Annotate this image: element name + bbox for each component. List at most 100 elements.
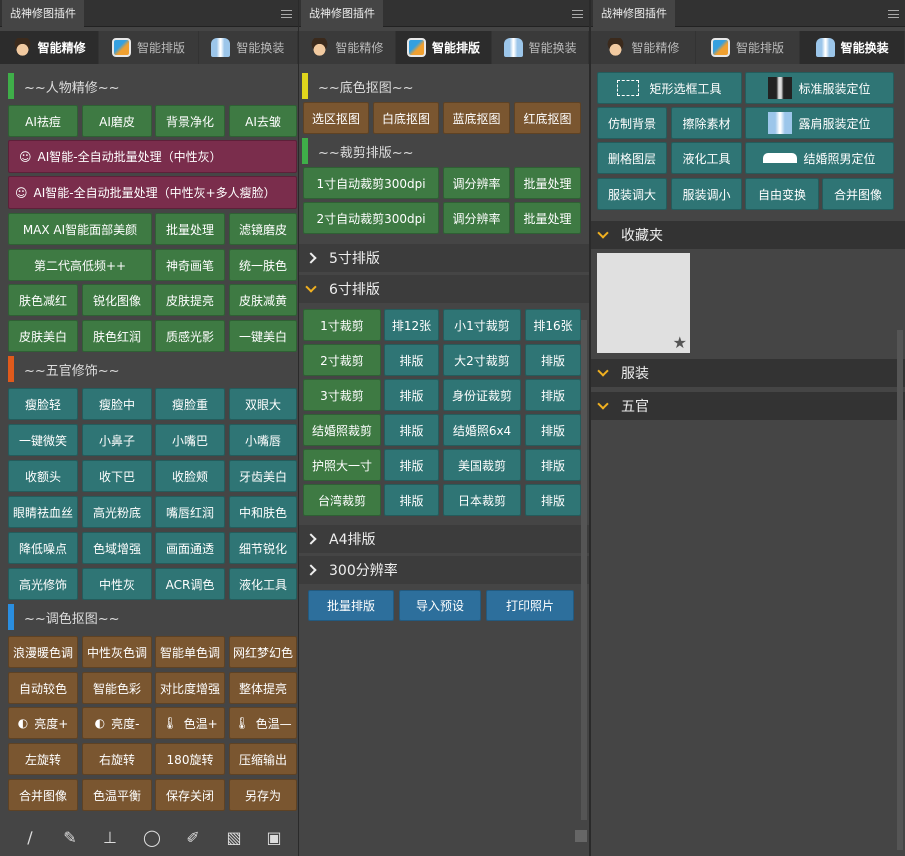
eye-redness-button[interactable]: 眼睛祛血丝 [8,496,78,528]
chip-icon[interactable]: ▣ [264,828,284,848]
layout-button[interactable]: 排版 [525,449,581,481]
mixer-brush-icon[interactable]: ✎ [60,828,80,848]
freq-sep-button[interactable]: 第二代高低频++ [8,249,152,281]
crop-us-button[interactable]: 美国裁剪 [443,449,521,481]
erase-material-button[interactable]: 擦除素材 [671,107,742,139]
rasterize-layer-button[interactable]: 删格图层 [597,142,667,174]
layout-button[interactable]: 排版 [525,344,581,376]
panel-menu-icon[interactable] [888,10,899,18]
resolution-button[interactable]: 调分辨率 [443,167,510,199]
off-shoulder-button[interactable]: 露肩服装定位 [745,107,894,139]
clone-bg-button[interactable]: 仿制背景 [597,107,667,139]
tab-outfit[interactable]: 智能换装 [492,31,589,64]
tab-layout[interactable]: 智能排版 [99,31,199,64]
skin-brighten-button[interactable]: 皮肤提亮 [155,284,225,316]
save-as-button[interactable]: 另存为 [229,779,297,811]
layout-button[interactable]: 排12张 [384,309,439,341]
resolution-button[interactable]: 调分辨率 [443,202,510,234]
chin-button[interactable]: 收下巴 [82,460,152,492]
expander-5inch[interactable]: 5寸排版 [299,244,589,272]
slim-face-mid-button[interactable]: 瘦脸中 [82,388,152,420]
crop-japan-button[interactable]: 日本裁剪 [443,484,521,516]
layout-button[interactable]: 排版 [384,449,439,481]
acne-button[interactable]: AI祛痘 [8,105,78,137]
magic-brush-button[interactable]: 神奇画笔 [155,249,225,281]
detail-sharpen-button[interactable]: 细节锐化 [229,532,297,564]
rect-marquee-button[interactable]: 矩形选框工具 [597,72,742,104]
tab-layout[interactable]: 智能排版 [395,31,493,64]
star-icon[interactable]: ★ [673,333,687,352]
tab-outfit[interactable]: 智能换装 [199,31,298,64]
rotate-left-button[interactable]: 左旋转 [8,743,78,775]
layout-button[interactable]: 排版 [384,344,439,376]
brightness-down-button[interactable]: ◐ 亮度- [82,707,152,739]
selection-cutout-button[interactable]: 选区抠图 [303,102,369,134]
panel-menu-icon[interactable] [572,10,583,18]
merge-image-button[interactable]: 合并图像 [822,178,894,210]
big-eyes-button[interactable]: 双眼大 [229,388,297,420]
outfit-shrink-button[interactable]: 服装调小 [671,178,742,210]
layout-button[interactable]: 排版 [525,379,581,411]
brighten-all-button[interactable]: 整体提亮 [229,672,297,704]
tab-retouch[interactable]: 智能精修 [591,31,696,64]
panel-title[interactable]: 战神修图插件 [2,0,84,27]
sharpen-button[interactable]: 锐化图像 [82,284,152,316]
mono-tone-button[interactable]: 智能单色调 [155,636,225,668]
stamp-icon[interactable]: ⊥ [100,828,120,848]
neutral-tone-button[interactable]: 中性灰色调 [82,636,152,668]
denoise-button[interactable]: 降低噪点 [8,532,78,564]
crop-small-1inch-button[interactable]: 小1寸裁剪 [443,309,521,341]
ai-batch-multi-button[interactable]: ☺ AI智能-全自动批量处理（中性灰+多人瘦脸） [8,176,297,209]
free-transform-button[interactable]: 自由变换 [745,178,819,210]
layout-button[interactable]: 排版 [384,484,439,516]
teeth-whiten-button[interactable]: 牙齿美白 [229,460,297,492]
layout-button[interactable]: 排16张 [525,309,581,341]
dreamy-color-button[interactable]: 网红梦幻色 [229,636,297,668]
small-nose-button[interactable]: 小鼻子 [82,424,152,456]
lip-rosy-button[interactable]: 嘴唇红润 [155,496,225,528]
save-close-button[interactable]: 保存关闭 [155,779,225,811]
temp-up-button[interactable]: 🌡 色温+ [155,707,225,739]
liquify-button[interactable]: 液化工具 [671,142,742,174]
expander-a4[interactable]: A4排版 [299,525,589,553]
batch-process-button[interactable]: 批量处理 [155,213,225,245]
red-bg-button[interactable]: 红底抠图 [514,102,581,134]
tab-retouch[interactable]: 智能精修 [0,31,100,64]
highlight-foundation-button[interactable]: 高光粉底 [82,496,152,528]
expander-300dpi[interactable]: 300分辨率 [299,556,589,584]
auto-color-button[interactable]: 自动较色 [8,672,78,704]
filter-smooth-button[interactable]: 滤镜磨皮 [229,213,297,245]
acr-color-button[interactable]: ACR调色 [155,568,225,600]
brightness-up-button[interactable]: ◐ 亮度+ [8,707,78,739]
wedding-6x4-button[interactable]: 结婚照6x4 [443,414,521,446]
brush-icon[interactable]: ∕ [20,828,40,848]
crop-1inch-button[interactable]: 1寸自动裁剪300dpi [303,167,439,199]
contrast-button[interactable]: 对比度增强 [155,672,225,704]
neutral-gray-button[interactable]: 中性灰 [82,568,152,600]
small-mouth-button[interactable]: 小嘴巴 [155,424,225,456]
layout-button[interactable]: 排版 [525,484,581,516]
smart-color-button[interactable]: 智能色彩 [82,672,152,704]
rotate-right-button[interactable]: 右旋转 [82,743,152,775]
print-photo-button[interactable]: 打印照片 [486,590,574,621]
layout-button[interactable]: 排版 [384,414,439,446]
highlight-retouch-button[interactable]: 高光修饰 [8,568,78,600]
romantic-warm-button[interactable]: 浪漫暖色调 [8,636,78,668]
scroll-corner[interactable] [575,830,587,842]
crop-large-2inch-button[interactable]: 大2寸裁剪 [443,344,521,376]
crop-1inch-button[interactable]: 1寸裁剪 [303,309,381,341]
healing-brush-icon[interactable]: ✐ [183,828,203,848]
reduce-red-button[interactable]: 肤色减红 [8,284,78,316]
neutral-skin-button[interactable]: 中和肤色 [229,496,297,528]
bg-clean-button[interactable]: 背景净化 [155,105,225,137]
crop-2inch-button[interactable]: 2寸自动裁剪300dpi [303,202,439,234]
skin-whiten-button[interactable]: 皮肤美白 [8,320,78,352]
crop-3inch-button[interactable]: 3寸裁剪 [303,379,381,411]
expander-features[interactable]: 五官 [591,392,905,420]
outfit-enlarge-button[interactable]: 服装调大 [597,178,667,210]
smile-button[interactable]: 一键微笑 [8,424,78,456]
panel-title[interactable]: 战神修图插件 [301,0,383,27]
crop-taiwan-button[interactable]: 台湾裁剪 [303,484,381,516]
temp-balance-button[interactable]: 色温平衡 [82,779,152,811]
tab-retouch[interactable]: 智能精修 [299,31,396,64]
